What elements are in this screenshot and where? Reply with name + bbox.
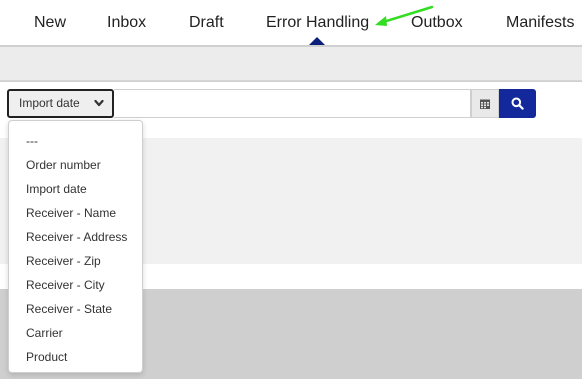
dropdown-option-import-date[interactable]: Import date — [9, 177, 142, 201]
calendar-icon — [480, 99, 490, 109]
toolbar-strip — [0, 47, 582, 81]
dropdown-option-receiver-city[interactable]: Receiver - City — [9, 273, 142, 297]
dropdown-option-receiver-name[interactable]: Receiver - Name — [9, 201, 142, 225]
dropdown-option-receiver-address[interactable]: Receiver - Address — [9, 225, 142, 249]
search-field-label: Import date — [19, 96, 80, 110]
dropdown-option-product[interactable]: Product — [9, 345, 142, 369]
search-button[interactable] — [499, 89, 536, 118]
search-icon — [511, 97, 524, 110]
tab-new[interactable]: New — [34, 14, 66, 32]
page: New Inbox Draft Error Handling Outbox Ma… — [0, 0, 582, 379]
active-tab-indicator — [309, 37, 325, 45]
top-nav: New Inbox Draft Error Handling Outbox Ma… — [0, 0, 582, 47]
calendar-button[interactable] — [471, 89, 499, 118]
dropdown-option-order-number[interactable]: Order number — [9, 153, 142, 177]
dropdown-option-carrier[interactable]: Carrier — [9, 321, 142, 345]
search-field-dropdown: --- Order number Import date Receiver - … — [8, 120, 143, 373]
search-field-select[interactable]: Import date — [7, 89, 114, 118]
tab-inbox[interactable]: Inbox — [107, 14, 146, 32]
dropdown-option-receiver-zip[interactable]: Receiver - Zip — [9, 249, 142, 273]
annotation-arrow-icon — [375, 5, 434, 26]
dropdown-option-receiver-state[interactable]: Receiver - State — [9, 297, 142, 321]
search-row: Import date — [7, 89, 536, 118]
tab-draft[interactable]: Draft — [189, 14, 224, 32]
tab-error-handling[interactable]: Error Handling — [266, 14, 369, 32]
tab-manifests[interactable]: Manifests — [506, 14, 574, 32]
search-input[interactable] — [114, 89, 471, 118]
dropdown-option-none[interactable]: --- — [9, 129, 142, 153]
